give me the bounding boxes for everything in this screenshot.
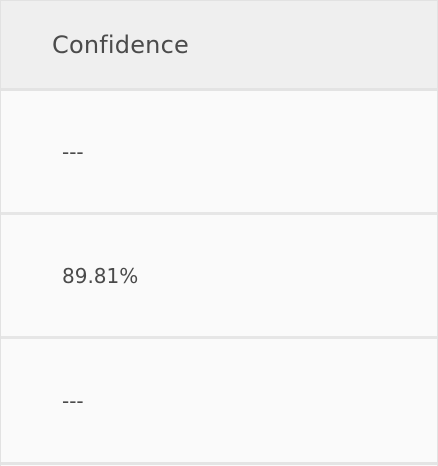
confidence-table: Confidence --- 89.81% ---	[0, 0, 438, 466]
column-header-label: Confidence	[52, 30, 189, 59]
confidence-cell: ---	[62, 388, 84, 413]
confidence-cell: ---	[62, 139, 84, 164]
table-row[interactable]: ---	[1, 91, 437, 215]
table-row[interactable]: ---	[1, 339, 437, 465]
column-header[interactable]: Confidence	[1, 0, 437, 91]
table-row[interactable]: 89.81%	[1, 215, 437, 339]
confidence-cell: 89.81%	[62, 263, 139, 288]
